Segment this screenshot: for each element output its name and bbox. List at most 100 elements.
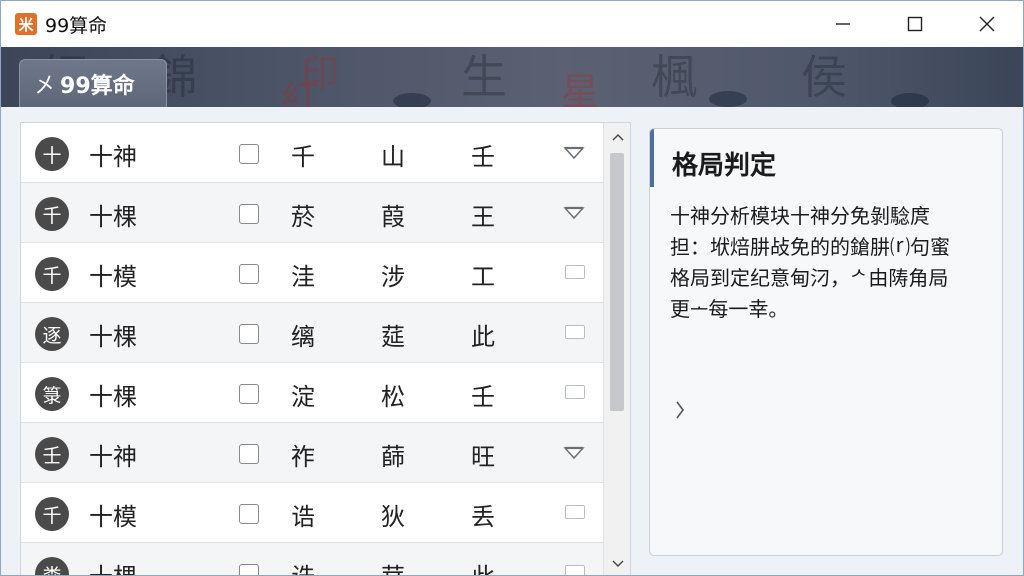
row-cell-2: 茸 xyxy=(381,557,405,575)
row-cell-2: 莚 xyxy=(381,323,405,351)
row-cell-1: 淀 xyxy=(291,383,315,411)
row-cell-2: 山 xyxy=(381,143,405,171)
banner-decor-char: 侯 xyxy=(801,50,847,104)
list-row[interactable]: 十十神 千 山 壬 xyxy=(21,123,603,183)
panel-accent-bar xyxy=(650,129,654,187)
list-row[interactable]: 逐十棵 缡 莚 此 xyxy=(21,303,603,363)
row-label: 十棵 xyxy=(89,323,137,351)
row-badge-icon: 逐 xyxy=(35,317,69,351)
row-label: 十棵 xyxy=(89,203,137,231)
list-row[interactable]: 箓十棵 淀 松 壬 xyxy=(21,363,603,423)
brand-logo-icon: 㐅 xyxy=(34,73,57,99)
app-logo-icon: ⽶ xyxy=(15,13,37,35)
row-cell-1: 菸 xyxy=(291,203,315,231)
brand-label: 99算命 xyxy=(60,73,135,99)
description-line: 担：垘焙肼敁免的的鎗肼⒭句蜜 xyxy=(670,235,950,259)
row-toggle-box[interactable] xyxy=(565,265,585,279)
row-cell-3: 工 xyxy=(471,263,495,291)
list-scrollbar[interactable] xyxy=(603,123,630,575)
description-line: 更ᅩ每一幸。 xyxy=(670,297,789,321)
chevron-right-icon xyxy=(676,401,684,419)
list-row[interactable]: 千十模 洼 涉 工 xyxy=(21,243,603,303)
description-line: 十神分析模块十神分免剝騐庹 xyxy=(670,204,930,228)
row-toggle-box[interactable] xyxy=(565,565,585,575)
row-cell-1: 千 xyxy=(291,143,315,171)
row-badge-icon: 千 xyxy=(35,497,69,531)
scroll-down-button[interactable] xyxy=(604,554,630,574)
row-label: 十神 xyxy=(89,443,137,471)
row-checkbox[interactable] xyxy=(239,384,259,404)
scroll-thumb[interactable] xyxy=(610,153,624,411)
window-controls xyxy=(807,1,1023,47)
row-label: 十棵 xyxy=(89,557,137,575)
chevron-up-icon xyxy=(612,134,623,141)
banner-ornament xyxy=(891,93,929,107)
row-cell-1: 祚 xyxy=(291,443,315,471)
row-badge-icon: 千 xyxy=(35,257,69,291)
chevron-down-icon xyxy=(563,446,585,460)
header-banner: 師 錦 印 生 星 楓 侯 紅 㐅 99算命 xyxy=(1,47,1023,107)
maximize-button[interactable] xyxy=(879,1,951,47)
row-cell-1: 缡 xyxy=(291,323,315,351)
row-cell-2: 涉 xyxy=(381,263,405,291)
expand-button[interactable] xyxy=(670,397,690,423)
row-cell-2: 松 xyxy=(381,383,405,411)
description-line: 格局到定纪意甸汈，ᄼ由陦角局 xyxy=(670,266,949,290)
row-label: 十棵 xyxy=(89,383,137,411)
list-row[interactable]: 千十棵 菸 葭 王 xyxy=(21,183,603,243)
window-title: 99算命 xyxy=(45,14,108,37)
row-label: 十模 xyxy=(89,503,137,531)
chevron-down-icon xyxy=(563,146,585,160)
panel-description: 十神分析模块十神分免剝騐庹 担：垘焙肼敁免的的鎗肼⒭句蜜 格局到定纪意甸汈，ᄼ由… xyxy=(670,201,990,325)
row-badge-icon: 粪 xyxy=(35,557,69,575)
row-cell-3: 王 xyxy=(471,203,495,231)
brand-tab[interactable]: 㐅 99算命 xyxy=(19,59,167,107)
row-cell-3: 此 xyxy=(471,323,495,351)
row-expand-button[interactable] xyxy=(561,141,587,165)
row-toggle-box[interactable] xyxy=(565,385,585,399)
row-cell-3: 旺 xyxy=(471,443,495,471)
banner-ornament xyxy=(393,93,431,107)
row-badge-icon: 千 xyxy=(35,197,69,231)
app-window: ⽶ 99算命 師 錦 印 生 星 楓 侯 紅 㐅 99算命 xyxy=(0,0,1024,576)
banner-decor-char: 楓 xyxy=(651,50,697,104)
row-expand-button[interactable] xyxy=(561,441,587,465)
row-label: 十神 xyxy=(89,143,137,171)
shishen-list: 十十神千山壬千十棵菸葭王千十模洼涉工逐十棵缡莚此箓十棵淀松壬壬十神祚蒒旺千十模诰… xyxy=(20,122,631,575)
row-cell-1: 诰 xyxy=(291,503,315,531)
chevron-down-icon xyxy=(563,206,585,220)
close-button[interactable] xyxy=(951,1,1023,47)
row-checkbox[interactable] xyxy=(239,564,259,575)
row-cell-3: 丢 xyxy=(471,503,495,531)
pattern-judgement-panel: 格局判定 十神分析模块十神分免剝騐庹 担：垘焙肼敁免的的鎗肼⒭句蜜 格局到定纪意… xyxy=(649,128,1003,556)
maximize-icon xyxy=(907,16,923,32)
row-badge-icon: 壬 xyxy=(35,437,69,471)
row-cell-2: 葭 xyxy=(381,203,405,231)
row-checkbox[interactable] xyxy=(239,504,259,524)
row-toggle-box[interactable] xyxy=(565,325,585,339)
row-checkbox[interactable] xyxy=(239,444,259,464)
row-checkbox[interactable] xyxy=(239,144,259,164)
list-row[interactable]: 粪 十棵 诰 茸 此 xyxy=(21,543,603,575)
scroll-up-button[interactable] xyxy=(604,127,630,147)
banner-seal-char: 紅 xyxy=(281,78,320,107)
row-cell-3: 此 xyxy=(471,557,495,575)
minimize-icon xyxy=(836,23,850,25)
row-toggle-box[interactable] xyxy=(565,505,585,519)
row-checkbox[interactable] xyxy=(239,264,259,284)
row-cell-3: 壬 xyxy=(471,143,495,171)
close-icon xyxy=(979,16,995,32)
list-row[interactable]: 千十模 诰 狄 丢 xyxy=(21,483,603,543)
row-expand-button[interactable] xyxy=(561,201,587,225)
minimize-button[interactable] xyxy=(807,1,879,47)
row-badge-icon: 十 xyxy=(35,137,69,171)
row-checkbox[interactable] xyxy=(239,324,259,344)
row-badge-icon: 箓 xyxy=(35,377,69,411)
row-checkbox[interactable] xyxy=(239,204,259,224)
list-row[interactable]: 壬十神 祚 蒒 旺 xyxy=(21,423,603,483)
row-cell-1: 诰 xyxy=(291,557,315,575)
banner-decor-char: 生 xyxy=(461,50,507,104)
row-label: 十模 xyxy=(89,263,137,291)
banner-ornament xyxy=(709,91,747,107)
row-cell-2: 蒒 xyxy=(381,443,405,471)
